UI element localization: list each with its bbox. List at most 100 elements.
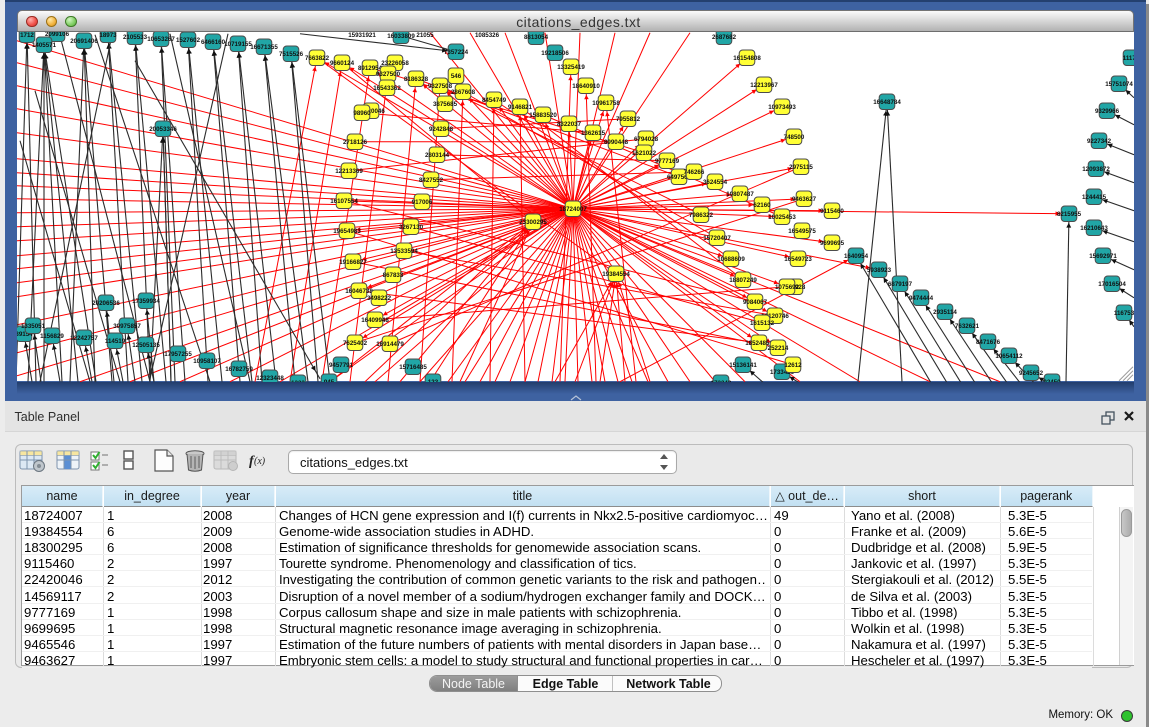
- svg-text:2687682: 2687682: [712, 33, 737, 40]
- svg-text:7357224: 7357224: [444, 48, 469, 55]
- svg-text:9245652: 9245652: [1019, 369, 1044, 376]
- svg-text:1640954: 1640954: [844, 252, 869, 259]
- svg-text:116753: 116753: [1114, 309, 1134, 316]
- svg-text:19166827: 19166827: [339, 258, 367, 265]
- svg-text:21055: 21055: [416, 32, 434, 39]
- svg-text:9699695: 9699695: [820, 239, 845, 246]
- svg-text:12505135: 12505135: [132, 341, 160, 348]
- svg-text:7632621: 7632621: [955, 322, 980, 329]
- svg-text:3498222: 3498222: [367, 294, 392, 301]
- svg-text:1362615: 1362615: [581, 129, 606, 136]
- svg-text:8813054: 8813054: [524, 33, 549, 40]
- svg-text:9329966: 9329966: [1095, 107, 1120, 114]
- svg-text:6466160: 6466160: [201, 38, 226, 45]
- svg-text:19654983: 19654983: [333, 227, 361, 234]
- svg-text:12213967: 12213967: [750, 81, 778, 88]
- svg-text:15720407: 15720407: [703, 234, 731, 241]
- svg-text:12242757: 12242757: [70, 334, 98, 341]
- svg-text:8471676: 8471676: [976, 338, 1001, 345]
- svg-text:10958107: 10958107: [193, 357, 221, 364]
- svg-text:7955812: 7955812: [616, 115, 641, 122]
- svg-text:10688609: 10688609: [717, 255, 745, 262]
- svg-text:9084067: 9084067: [743, 298, 768, 305]
- svg-text:7663822: 7663822: [305, 54, 330, 61]
- svg-text:10653267: 10653267: [147, 35, 175, 42]
- svg-text:9457791: 9457791: [329, 361, 354, 368]
- svg-text:23300295: 23300295: [519, 218, 547, 225]
- svg-text:2718126: 2718126: [343, 138, 368, 145]
- svg-text:1156829: 1156829: [40, 332, 64, 339]
- svg-text:746266: 746266: [684, 168, 705, 175]
- svg-text:10025453: 10025453: [768, 213, 796, 220]
- svg-text:15716485: 15716485: [399, 363, 427, 370]
- svg-text:5938923: 5938923: [867, 266, 892, 273]
- svg-text:3267130: 3267130: [399, 223, 424, 230]
- svg-text:16549575: 16549575: [788, 227, 816, 234]
- svg-text:8990448: 8990448: [604, 138, 629, 145]
- svg-text:62160: 62160: [753, 201, 771, 208]
- svg-text:1405571: 1405571: [32, 41, 57, 48]
- svg-text:9660124: 9660124: [330, 59, 355, 66]
- svg-text:2867608: 2867608: [451, 88, 476, 95]
- svg-text:16549723: 16549723: [784, 255, 812, 262]
- svg-text:16046738: 16046738: [345, 287, 373, 294]
- svg-text:6794028: 6794028: [634, 135, 659, 142]
- svg-text:10961758: 10961758: [592, 99, 620, 106]
- svg-text:19384554: 19384554: [602, 270, 630, 277]
- svg-text:13533594: 13533594: [390, 247, 418, 254]
- svg-text:8186328: 8186328: [404, 75, 429, 82]
- svg-text:1244415: 1244415: [1082, 193, 1107, 200]
- svg-text:252214: 252214: [768, 344, 789, 351]
- svg-text:16107554: 16107554: [330, 197, 358, 204]
- svg-text:16648784: 16648784: [873, 98, 901, 105]
- svg-text:16154808: 16154808: [733, 54, 761, 61]
- svg-text:7986322: 7986322: [689, 211, 714, 218]
- svg-text:10973493: 10973493: [768, 103, 796, 110]
- svg-text:1075692: 1075692: [775, 283, 800, 290]
- svg-text:9227342: 9227342: [1087, 137, 1112, 144]
- svg-text:20691406: 20691406: [70, 37, 98, 44]
- svg-text:16543362: 16543362: [373, 84, 401, 91]
- svg-text:8322037: 8322037: [557, 120, 582, 127]
- svg-text:9463627: 9463627: [792, 195, 817, 202]
- svg-text:16914479: 16914479: [376, 340, 404, 347]
- svg-text:18640910: 18640910: [572, 82, 600, 89]
- svg-text:9146821: 9146821: [508, 103, 533, 110]
- svg-text:2105533: 2105533: [123, 33, 148, 40]
- svg-text:20206536: 20206536: [92, 299, 120, 306]
- svg-text:867833: 867833: [383, 271, 404, 278]
- svg-text:9327500: 9327500: [376, 70, 401, 77]
- svg-text:1232: 1232: [291, 379, 305, 381]
- svg-text:9777169: 9777169: [655, 157, 680, 164]
- svg-text:15751074: 15751074: [1105, 80, 1133, 87]
- svg-text:173342: 173342: [711, 379, 732, 381]
- svg-text:2803144: 2803144: [425, 151, 450, 158]
- svg-text:1335051: 1335051: [21, 322, 46, 329]
- svg-text:1712: 1712: [20, 32, 34, 39]
- svg-text:917006: 917006: [412, 198, 433, 205]
- svg-text:18807249: 18807249: [729, 276, 757, 283]
- svg-text:3624554: 3624554: [703, 178, 728, 185]
- svg-text:19218506: 19218506: [541, 49, 569, 56]
- svg-text:92450: 92450: [1043, 378, 1061, 381]
- svg-text:546: 546: [451, 72, 462, 79]
- svg-text:15931921: 15931921: [348, 32, 376, 39]
- svg-text:123: 123: [428, 378, 439, 381]
- svg-text:10807487: 10807487: [726, 190, 754, 197]
- svg-text:3875685: 3875685: [433, 100, 458, 107]
- svg-text:1085326: 1085326: [475, 32, 500, 39]
- svg-text:15692971: 15692971: [1089, 252, 1117, 259]
- svg-text:10654112: 10654112: [995, 352, 1023, 359]
- svg-text:16033809: 16033809: [387, 32, 415, 39]
- svg-text:15883520: 15883520: [529, 111, 557, 118]
- svg-text:13325419: 13325419: [557, 63, 585, 70]
- svg-text:748500: 748500: [784, 133, 805, 140]
- svg-text:6879197: 6879197: [888, 280, 913, 287]
- svg-text:(x): (x): [254, 456, 266, 467]
- svg-text:17957255: 17957255: [164, 350, 192, 357]
- svg-text:8454749: 8454749: [482, 96, 507, 103]
- svg-text:114519: 114519: [105, 337, 126, 344]
- svg-text:12323448: 12323448: [256, 374, 284, 381]
- svg-text:12612: 12612: [784, 361, 802, 368]
- svg-text:18724007: 18724007: [559, 205, 587, 212]
